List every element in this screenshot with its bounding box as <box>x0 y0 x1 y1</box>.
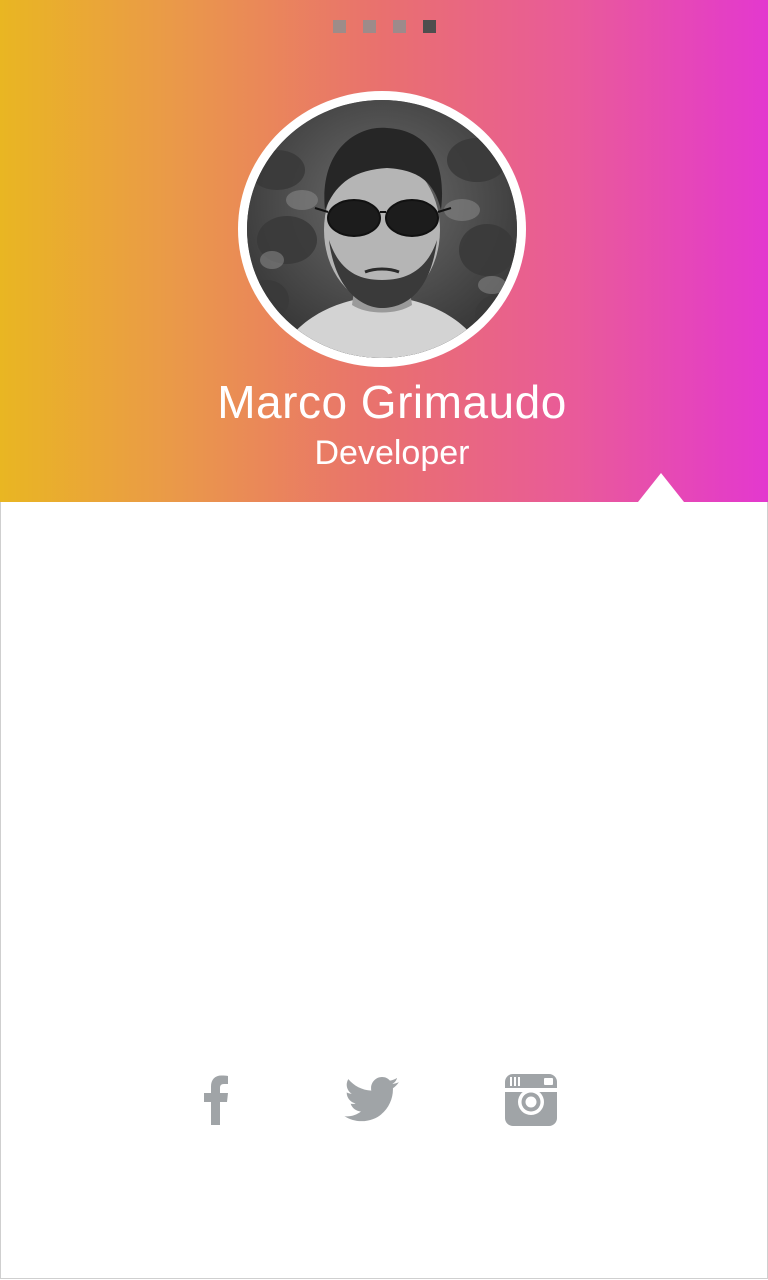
page-dot-3[interactable] <box>392 20 406 33</box>
content-card <box>0 502 768 1279</box>
instagram-button[interactable] <box>496 1068 566 1132</box>
page-dot-4-active[interactable] <box>422 20 436 33</box>
instagram-icon <box>505 1074 557 1126</box>
page-dot-2[interactable] <box>362 20 376 33</box>
avatar-photo <box>247 100 517 358</box>
profile-screen: Marco Grimaudo Developer <box>0 0 768 1280</box>
avatar[interactable] <box>247 100 517 358</box>
profile-name: Marco Grimaudo <box>217 376 567 428</box>
profile-role: Developer <box>314 434 470 472</box>
twitter-button[interactable] <box>337 1068 407 1132</box>
social-links <box>0 1068 768 1138</box>
page-dot-1[interactable] <box>332 20 346 33</box>
avatar-ring <box>238 91 526 367</box>
facebook-icon <box>204 1075 228 1125</box>
profile-header: Marco Grimaudo Developer <box>0 0 768 502</box>
page-indicator <box>0 20 768 33</box>
tab-pointer <box>638 473 684 502</box>
facebook-button[interactable] <box>181 1068 251 1132</box>
twitter-icon <box>344 1077 399 1122</box>
